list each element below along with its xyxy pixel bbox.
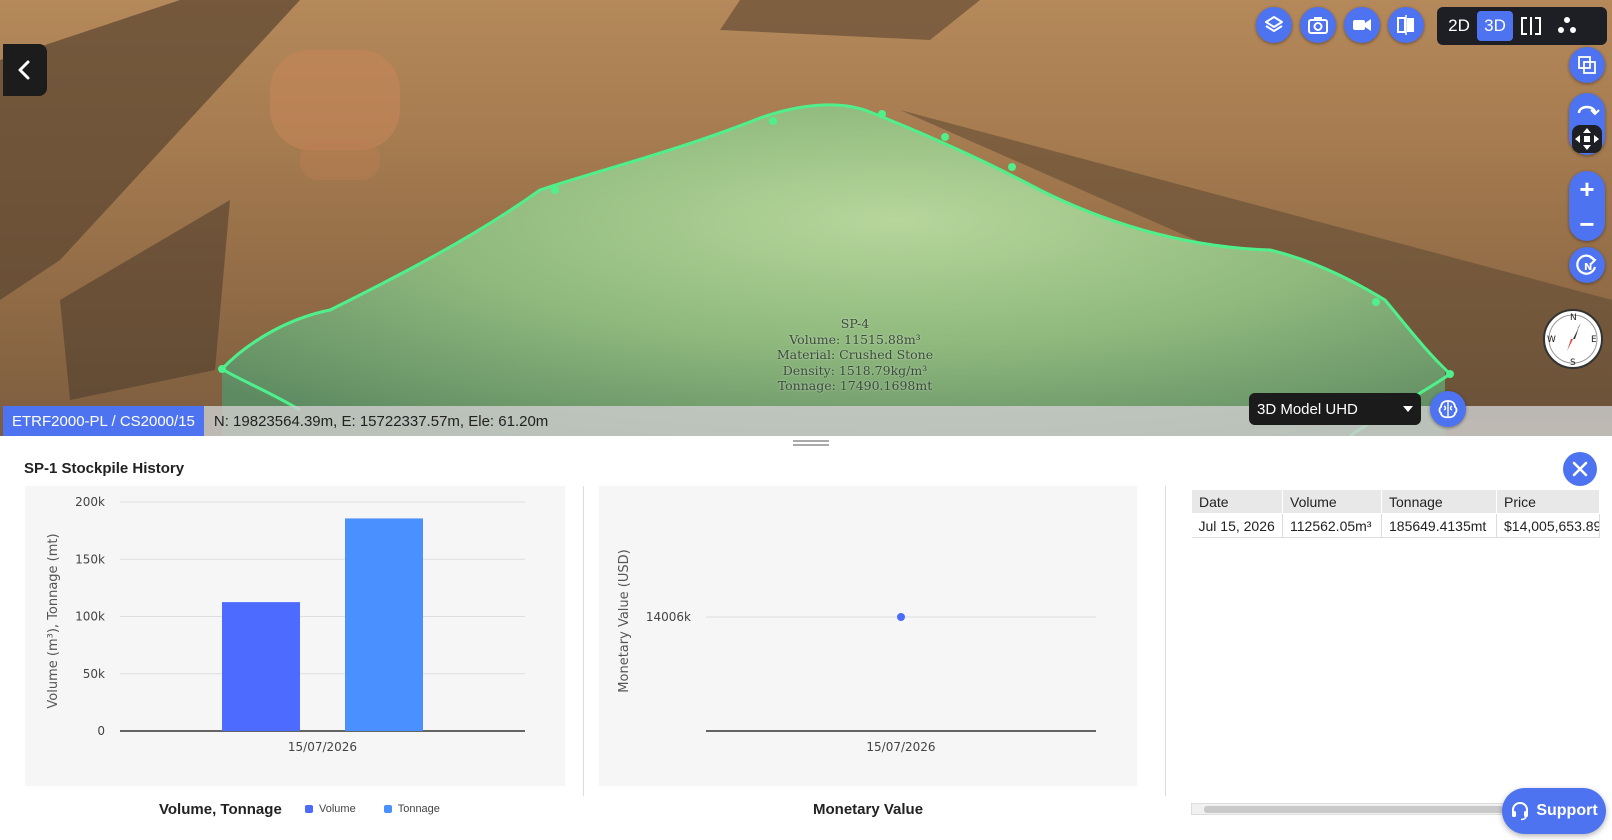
reset-north-button[interactable]: N — [1569, 247, 1605, 283]
bar-tonnage — [345, 518, 423, 731]
x-tick-label: 15/07/2026 — [866, 740, 935, 754]
column-header-volume[interactable]: Volume — [1282, 489, 1382, 514]
model-quality-value: 3D Model UHD — [1257, 400, 1358, 418]
y-tick-label: 0 — [97, 724, 105, 738]
volume-tonnage-chart: Volume (m³), Tonnage (mt) 0 50k 100k 150k 20… — [46, 495, 525, 754]
history-table: Date Volume Tonnage Price Jul 15, 2026 1… — [1191, 489, 1600, 538]
compass-n-label: N — [1570, 313, 1577, 323]
layers-button[interactable] — [1256, 7, 1292, 43]
video-camera-icon — [1353, 19, 1371, 31]
monetary-value-caption: Monetary Value — [813, 801, 924, 818]
split-view-button[interactable] — [1513, 11, 1549, 41]
overlay-toggle-button[interactable] — [1569, 47, 1605, 83]
legend-swatch-tonnage — [383, 805, 392, 813]
volume-tonnage-legend: Volume Tonnage — [305, 803, 440, 815]
cell-price: $14,005,653.89 — [1496, 513, 1600, 538]
legend-label-volume: Volume — [319, 803, 356, 815]
volume-tonnage-caption: Volume, Tonnage — [159, 801, 282, 818]
rotate-north-icon: N — [1576, 254, 1597, 275]
stockpile-label-material: Material: Crushed Stone — [776, 347, 934, 362]
compass-s-label: S — [1570, 358, 1576, 368]
cursor-coordinates: N: 19823564.39m, E: 15722337.57m, Ele: 6… — [213, 412, 549, 430]
mode-2d-button[interactable]: 2D — [1441, 11, 1477, 41]
stockpile-label-name: SP-4 — [840, 316, 870, 331]
close-panel-button[interactable] — [1563, 452, 1597, 486]
svg-text:N: N — [1584, 262, 1592, 273]
cell-date: Jul 15, 2026 — [1191, 513, 1283, 538]
panel-divider — [1165, 486, 1166, 796]
stockpile-label-volume: Volume: 11515.88m³ — [789, 331, 921, 347]
navigation-tools — [1569, 93, 1605, 155]
data-point — [897, 613, 905, 621]
scrollbar-thumb[interactable] — [1204, 806, 1504, 813]
layers-icon — [1265, 16, 1283, 32]
column-header-price[interactable]: Price — [1496, 489, 1600, 514]
chevron-down-icon — [1403, 406, 1413, 412]
column-header-date[interactable]: Date — [1191, 489, 1283, 514]
zoom-out-button[interactable]: − — [1569, 206, 1605, 241]
stockpile-label: SP-4 Volume: 11515.88m³ Material: Crushe… — [755, 316, 955, 394]
compass[interactable]: N E S W — [1541, 307, 1605, 371]
support-label: Support — [1536, 802, 1598, 819]
y-tick-label: 200k — [75, 495, 105, 509]
y-tick-label: 14006k — [646, 610, 691, 624]
compare-button[interactable] — [1388, 7, 1424, 43]
monetary-value-chart-card: Monetary Value (USD) 14006k 15/07/2026 — [599, 486, 1137, 786]
headset-icon — [1512, 801, 1529, 821]
zoom-controls: + − — [1569, 171, 1605, 241]
panel-divider — [583, 486, 584, 796]
point-cloud-icon — [1558, 17, 1576, 33]
legend-label-tonnage: Tonnage — [397, 803, 440, 815]
compass-w-label: W — [1547, 335, 1556, 345]
monetary-value-chart: Monetary Value (USD) 14006k 15/07/2026 — [617, 549, 1096, 754]
camera-icon — [1308, 17, 1328, 34]
crs-label[interactable]: ETRF2000-PL / CS2000/15 — [3, 406, 204, 436]
legend-swatch-volume — [305, 805, 313, 813]
orbit-pan-icon[interactable] — [1569, 93, 1605, 155]
x-tick-label: 15/07/2026 — [288, 740, 357, 754]
record-video-button[interactable] — [1344, 7, 1380, 43]
y-tick-label: 150k — [75, 552, 105, 566]
brain-icon — [1438, 400, 1458, 419]
zoom-in-button[interactable]: + — [1569, 171, 1605, 206]
screenshot-button[interactable] — [1300, 7, 1336, 43]
ai-detect-button[interactable] — [1430, 391, 1466, 427]
app-root: SP-4 Volume: 11515.88m³ Material: Crushe… — [0, 0, 1612, 840]
top-toolbar — [1256, 7, 1424, 43]
compare-icon — [1397, 15, 1414, 35]
map-viewer-3d[interactable]: SP-4 Volume: 11515.88m³ Material: Crushe… — [0, 0, 1612, 436]
model-quality-select[interactable]: 3D Model UHD — [1249, 393, 1421, 425]
back-button[interactable] — [3, 44, 47, 96]
split-view-icon — [1521, 17, 1541, 35]
stockpile-label-density: Density: 1518.79kg/m³ — [782, 362, 928, 378]
close-icon — [1572, 461, 1588, 477]
y-tick-label: 50k — [83, 667, 105, 681]
stockpile-history-panel: SP-1 Stockpile History Volume (m³), Tonn… — [0, 436, 1612, 840]
point-cloud-button[interactable] — [1549, 11, 1585, 41]
panel-resize-handle[interactable] — [793, 440, 829, 446]
cell-volume: 112562.05m³ — [1282, 513, 1382, 538]
bar-volume — [222, 602, 300, 731]
support-button[interactable]: Support — [1502, 788, 1606, 834]
table-row[interactable]: Jul 15, 2026 112562.05m³ 185649.4135mt $… — [1191, 513, 1600, 538]
table-header-row: Date Volume Tonnage Price — [1191, 489, 1600, 514]
mode-3d-button[interactable]: 3D — [1477, 11, 1513, 41]
stockpile-label-tonnage: Tonnage: 17490.1698mt — [777, 378, 933, 393]
view-mode-switch: 2D 3D — [1437, 7, 1607, 45]
compass-e-label: E — [1591, 335, 1597, 345]
column-header-tonnage[interactable]: Tonnage — [1381, 489, 1497, 514]
copy-layers-icon — [1578, 56, 1596, 74]
chevron-left-icon — [18, 60, 30, 80]
panel-title: SP-1 Stockpile History — [24, 460, 185, 477]
volume-tonnage-chart-card: Volume (m³), Tonnage (mt) 0 50k 100k 150k 20… — [25, 486, 565, 786]
chart-y-axis-label: Monetary Value (USD) — [617, 549, 632, 692]
cell-tonnage: 185649.4135mt — [1381, 513, 1497, 538]
chart-y-axis-label: Volume (m³), Tonnage (mt) — [46, 533, 61, 708]
y-tick-label: 100k — [75, 610, 105, 624]
